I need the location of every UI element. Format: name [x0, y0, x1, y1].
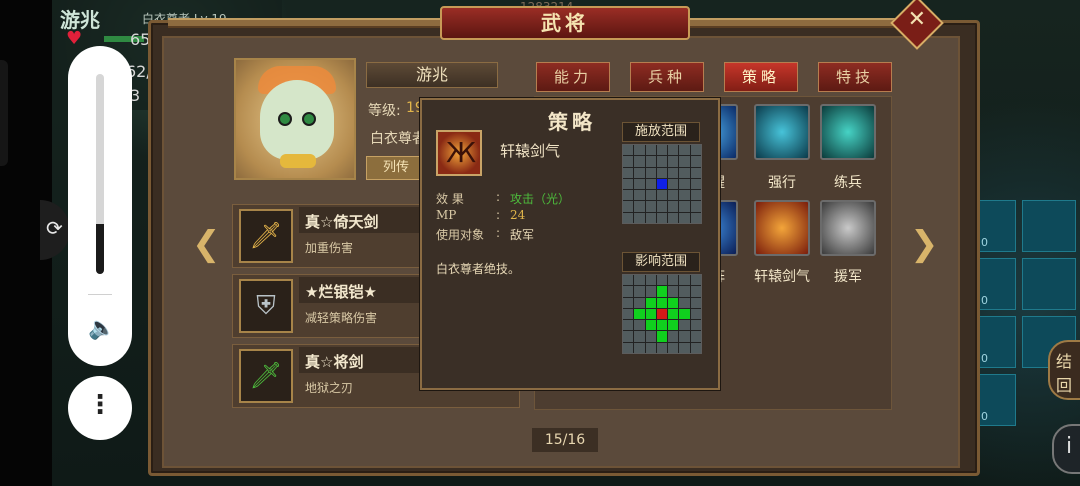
effect-label: 效 果 [436, 192, 464, 206]
colon: : [496, 208, 501, 222]
mp-label: MP [436, 208, 457, 222]
target-label: 使用对象 [436, 228, 485, 242]
run-icon[interactable] [754, 104, 810, 160]
chevron-left-icon[interactable]: ❮ [192, 224, 221, 264]
close-x-icon: ✕ [907, 6, 927, 32]
hero-name-plate: 游兆 [366, 62, 498, 88]
portrait-face [260, 80, 334, 160]
volume-slider-fill [96, 224, 104, 274]
biography-button[interactable]: 列传 [366, 156, 426, 180]
cast-range-grid [622, 144, 702, 224]
speaker-icon[interactable]: 🔈 [88, 316, 115, 341]
rotate-icon: ⟳ [46, 216, 63, 240]
equipment-name: 真☆将剑 [305, 353, 364, 371]
sword-aura-icon[interactable] [754, 200, 810, 256]
side-action-button[interactable]: 结回 [1048, 340, 1080, 400]
title-rail-left [168, 18, 440, 28]
colon: : [496, 226, 501, 240]
hero-name: 游兆 [415, 65, 448, 84]
effect-value: 攻击（光） [510, 192, 571, 206]
chevron-right-icon[interactable]: ❯ [910, 224, 939, 264]
equipment-name: 真☆倚天剑 [305, 213, 379, 231]
portrait-eye [302, 112, 316, 126]
hero-portrait[interactable] [234, 58, 356, 180]
window-title: 武将 [541, 11, 589, 35]
tab-troops[interactable]: 兵种 [630, 62, 704, 92]
sword-aura-icon: Ж [436, 130, 482, 176]
heart-icon: ♥ [66, 28, 83, 49]
tab-special-skill[interactable]: 特技 [818, 62, 892, 92]
grid-cell [1022, 258, 1076, 310]
skill-label: 练兵 [834, 175, 862, 191]
grid-cell [1022, 200, 1076, 252]
colon: : [496, 190, 501, 204]
equipment-desc: 地狱之刃 [305, 381, 354, 395]
info-button[interactable]: i [1052, 424, 1080, 474]
popup-skill-name: 轩辕剑气 [500, 142, 561, 160]
tab-ability[interactable]: 能力 [536, 62, 610, 92]
cast-range-title: 施放范围 [622, 122, 700, 142]
mp-value: 24 [510, 208, 526, 222]
armor-icon: ⛨ [239, 279, 293, 333]
effect-range-grid [622, 274, 702, 354]
divider [88, 294, 112, 295]
popup-description: 白衣尊者绝技。 [436, 262, 521, 276]
portrait-gold-ingot [280, 154, 316, 168]
sword-icon: 🗡 [239, 209, 293, 263]
tab-strategy[interactable]: 策略 [724, 62, 798, 92]
level-label: 等级: [368, 103, 401, 119]
reinforce-icon[interactable] [820, 200, 876, 256]
page-indicator: 15/16 [532, 428, 598, 452]
equipment-desc: 加重伤害 [305, 241, 354, 255]
sword-icon: 🗡 [239, 349, 293, 403]
equipment-desc: 减轻策略伤害 [305, 311, 378, 325]
soldiers-icon[interactable] [820, 104, 876, 160]
popup-title: 策略 [548, 110, 596, 134]
window-title-plate: 武将 [440, 6, 690, 40]
hero-rank: 白衣尊者 [370, 131, 426, 147]
target-value: 敌军 [510, 228, 535, 242]
equipment-name: ★烂银铠★ [305, 283, 377, 301]
effect-range-title: 影响范围 [622, 252, 700, 272]
skill-label: 援军 [834, 269, 862, 285]
more-options-button[interactable]: ⋮ [68, 376, 132, 440]
title-rail-right [690, 18, 900, 28]
volume-panel: 🔈 [68, 46, 132, 366]
portrait-eye [278, 112, 292, 126]
edge-handle [0, 60, 8, 166]
